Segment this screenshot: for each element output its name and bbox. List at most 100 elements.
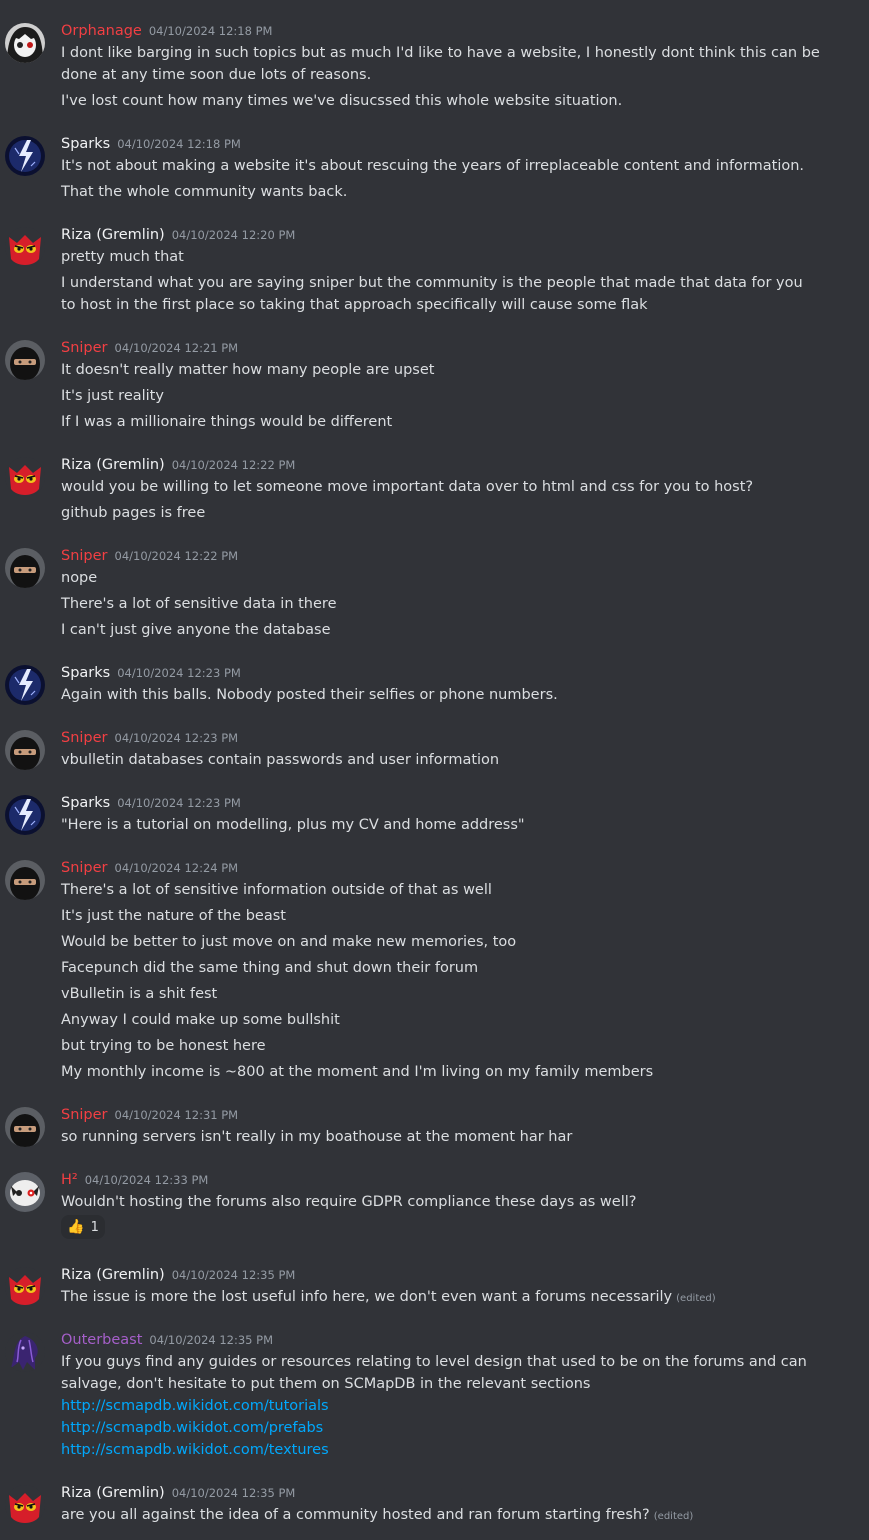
message-text: Wouldn't hosting the forums also require… [61,1194,637,1210]
message-header: Sniper 04/10/2024 12:31 PM [61,1104,238,1126]
message-text: I dont like barging in such topics but a… [61,45,820,83]
prefabs-link[interactable]: http://scmapdb.wikidot.com/prefabs [61,1417,821,1439]
timestamp: 04/10/2024 12:33 PM [84,1173,209,1187]
message-text: I can't just give anyone the database [61,622,331,638]
username[interactable]: Riza (Gremlin) [61,454,165,476]
message-text: The issue is more the lost useful info h… [61,1286,821,1310]
message-header: Orphanage 04/10/2024 12:18 PM [61,20,272,42]
message-text: would you be willing to let someone move… [61,479,754,495]
message-text: I've lost count how many times we've dis… [61,93,623,109]
timestamp: 04/10/2024 12:23 PM [117,796,241,810]
message-header: H² 04/10/2024 12:33 PM [61,1169,208,1191]
message-header: Sniper 04/10/2024 12:22 PM [61,545,238,567]
thumbs-up-reaction[interactable]: 👍 1 [61,1215,105,1239]
message-text: If you guys find any guides or resources… [61,1354,807,1392]
message-header: Sparks 04/10/2024 12:18 PM [61,133,241,155]
timestamp: 04/10/2024 12:23 PM [114,731,239,745]
timestamp: 04/10/2024 12:35 PM [149,1333,274,1347]
message-text: Anyway I could make up some bullshit [61,1012,340,1028]
message-header: Riza (Gremlin) 04/10/2024 12:35 PM [61,1264,295,1286]
gremlin-avatar[interactable] [5,1485,45,1525]
timestamp: 04/10/2024 12:24 PM [114,861,239,875]
message-text: It's not about making a website it's abo… [61,158,805,174]
orphanage-avatar[interactable] [5,23,45,63]
h2-avatar[interactable] [5,1172,45,1212]
username[interactable]: Riza (Gremlin) [61,1264,165,1286]
message-header: Riza (Gremlin) 04/10/2024 12:35 PM [61,1482,295,1504]
message-text: It's just reality [61,388,164,404]
username[interactable]: Sniper [61,857,108,879]
message-header: Sniper 04/10/2024 12:21 PM [61,337,238,359]
username[interactable]: Sniper [61,545,108,567]
timestamp: 04/10/2024 12:23 PM [117,666,241,680]
edited-label: (edited) [676,1293,716,1304]
message-text: That the whole community wants back. [61,184,348,200]
message-text: so running servers isn't really in my bo… [61,1129,573,1145]
message-text: Would be better to just move on and make… [61,934,517,950]
message-text: My monthly income is ~800 at the moment … [61,1064,654,1080]
username[interactable]: Sniper [61,337,108,359]
message-text: There's a lot of sensitive data in there [61,596,337,612]
message-text: If I was a millionaire things would be d… [61,414,393,430]
lightning-avatar[interactable] [5,795,45,835]
message-text: I understand what you are saying sniper … [61,275,803,313]
username[interactable]: Sniper [61,727,108,749]
timestamp: 04/10/2024 12:35 PM [171,1486,296,1500]
timestamp: 04/10/2024 12:35 PM [171,1268,296,1282]
timestamp: 04/10/2024 12:22 PM [114,549,239,563]
message-text: Again with this balls. Nobody posted the… [61,687,558,703]
message-header: Riza (Gremlin) 04/10/2024 12:22 PM [61,454,295,476]
message-header: Sparks 04/10/2024 12:23 PM [61,792,241,814]
gremlin-avatar[interactable] [5,1267,45,1307]
username[interactable]: Riza (Gremlin) [61,224,165,246]
message-body: are you all against the idea of a commun… [61,1507,650,1523]
edited-label: (edited) [653,1511,694,1522]
message-text: There's a lot of sensitive information o… [61,882,492,898]
ninja-avatar[interactable] [5,730,45,770]
message-text: but trying to be honest here [61,1038,266,1054]
ninja-avatar[interactable] [5,1107,45,1147]
username[interactable]: Orphanage [61,20,142,42]
reaction-count: 1 [90,1219,99,1235]
textures-link[interactable]: http://scmapdb.wikidot.com/textures [61,1439,821,1461]
ninja-avatar[interactable] [5,548,45,588]
message-text: vBulletin is a shit fest [61,986,218,1002]
gremlin-avatar[interactable] [5,227,45,267]
message-text: pretty much that [61,249,184,265]
timestamp: 04/10/2024 12:22 PM [171,458,296,472]
ninja-avatar[interactable] [5,340,45,380]
username[interactable]: H² [61,1169,78,1191]
timestamp: 04/10/2024 12:20 PM [171,228,296,242]
username[interactable]: Sparks [61,662,110,684]
username[interactable]: Sparks [61,792,110,814]
username[interactable]: Sniper [61,1104,108,1126]
outerbeast-avatar[interactable] [5,1332,45,1372]
username[interactable]: Outerbeast [61,1329,142,1351]
lightning-avatar[interactable] [5,665,45,705]
message-header: Sniper 04/10/2024 12:24 PM [61,857,238,879]
message-body: The issue is more the lost useful info h… [61,1289,673,1305]
message-text: are you all against the idea of a commun… [61,1504,821,1528]
message-text: Facepunch did the same thing and shut do… [61,960,479,976]
timestamp: 04/10/2024 12:18 PM [148,24,273,38]
timestamp: 04/10/2024 12:21 PM [114,341,239,355]
username[interactable]: Sparks [61,133,110,155]
message-text: "Here is a tutorial on modelling, plus m… [61,817,525,833]
username[interactable]: Riza (Gremlin) [61,1482,165,1504]
message-text: It's just the nature of the beast [61,908,286,924]
message-text: It doesn't really matter how many people… [61,362,435,378]
message-text: github pages is free [61,505,206,521]
lightning-avatar[interactable] [5,136,45,176]
timestamp: 04/10/2024 12:31 PM [114,1108,239,1122]
gremlin-avatar[interactable] [5,457,45,497]
ninja-avatar[interactable] [5,860,45,900]
message-header: Sparks 04/10/2024 12:23 PM [61,662,241,684]
tutorials-link[interactable]: http://scmapdb.wikidot.com/tutorials [61,1395,821,1417]
timestamp: 04/10/2024 12:18 PM [117,137,241,151]
message-text: vbulletin databases contain passwords an… [61,752,500,768]
message-header: Sniper 04/10/2024 12:23 PM [61,727,238,749]
thumbs-up-icon: 👍 [67,1219,85,1235]
message-header: Riza (Gremlin) 04/10/2024 12:20 PM [61,224,295,246]
message-text: nope [61,570,98,586]
message-header: Outerbeast 04/10/2024 12:35 PM [61,1329,273,1351]
